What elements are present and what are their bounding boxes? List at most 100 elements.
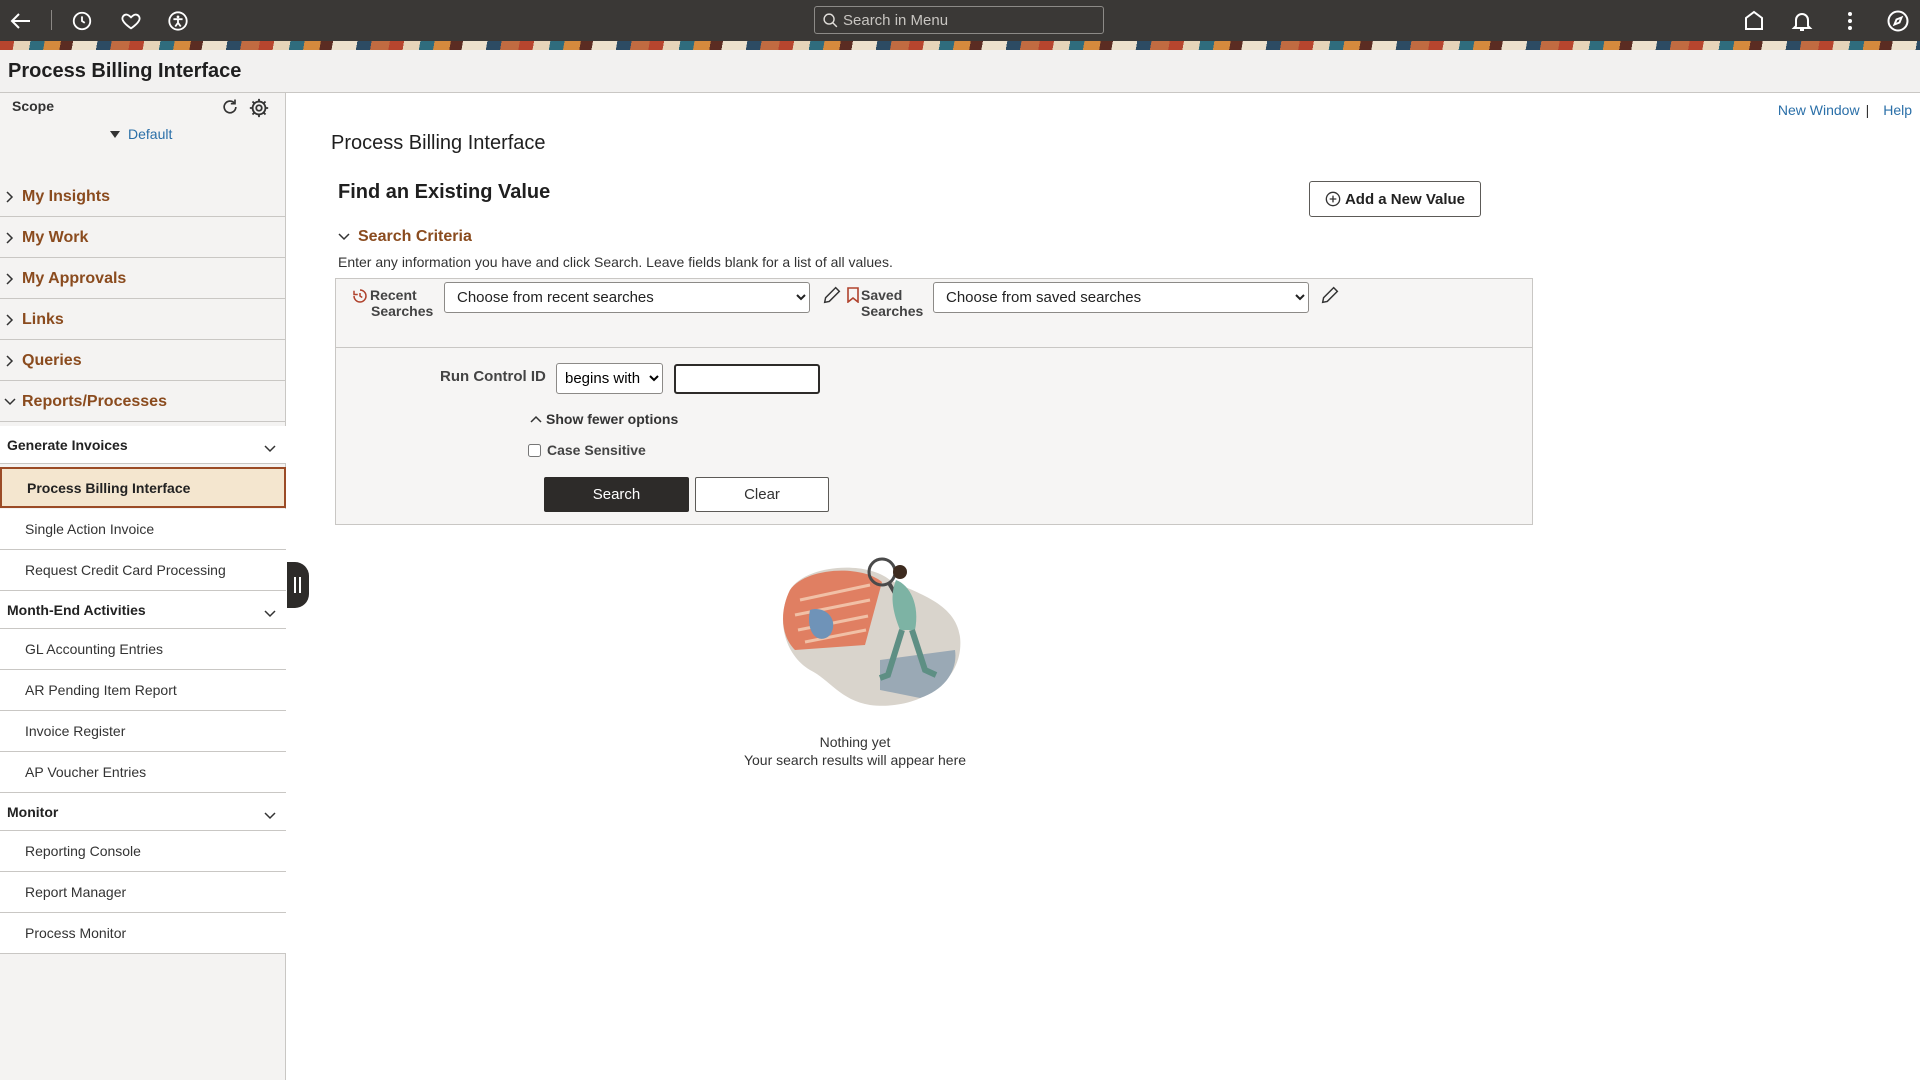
nav-section-label: My Approvals (22, 269, 127, 287)
nav-item-ar-pending-item-report[interactable]: AR Pending Item Report (0, 670, 286, 711)
recent-label-line1: Recent (370, 287, 417, 303)
edit-pencil-icon[interactable] (1319, 284, 1341, 311)
recent-label-line2: Searches (371, 303, 434, 319)
nav-item-label: Report Manager (25, 884, 127, 900)
show-fewer-options-label: Show fewer options (546, 411, 679, 427)
saved-searches-label: Saved Searches (861, 287, 923, 319)
clear-button[interactable]: Clear (695, 477, 829, 512)
chevron-down-icon (264, 807, 276, 823)
group-monitor[interactable]: Monitor (0, 793, 286, 831)
nav-item-label: Invoice Register (25, 723, 126, 739)
chevron-right-icon (4, 313, 16, 326)
nav-section-label: Reports/Processes (22, 392, 167, 410)
saved-searches-select[interactable]: Choose from saved searches (933, 282, 1309, 313)
nav-section-my-insights[interactable]: My Insights (0, 177, 286, 217)
search-criteria-toggle[interactable]: Search Criteria (338, 228, 472, 246)
home-icon[interactable] (1736, 0, 1772, 41)
run-control-id-label: Run Control ID (440, 368, 546, 385)
menu-search-input[interactable] (839, 11, 1093, 29)
navigation-sidebar: Scope Default My Insights My Work My App… (0, 93, 286, 1080)
bookmark-icon (846, 287, 860, 308)
chevron-down-icon (4, 397, 16, 406)
nav-item-process-billing-interface[interactable]: Process Billing Interface (0, 467, 286, 508)
link-separator: | (1865, 102, 1870, 118)
nav-section-queries[interactable]: Queries (0, 341, 286, 381)
nav-item-report-manager[interactable]: Report Manager (0, 872, 286, 913)
edit-pencil-icon[interactable] (821, 284, 843, 311)
recent-searches-select[interactable]: Choose from recent searches (444, 282, 810, 313)
group-generate-invoices[interactable]: Generate Invoices (0, 426, 286, 464)
accessibility-icon[interactable] (160, 0, 196, 41)
nav-item-reporting-console[interactable]: Reporting Console (0, 831, 286, 872)
pause-bars-icon (294, 577, 301, 593)
decorative-banner (0, 41, 1920, 50)
saved-label-line1: Saved (861, 287, 903, 303)
case-sensitive-checkbox[interactable] (528, 443, 541, 457)
nav-item-process-monitor[interactable]: Process Monitor (0, 913, 286, 954)
nav-section-reports-processes[interactable]: Reports/Processes (0, 382, 286, 422)
group-title: Monitor (7, 803, 59, 820)
menu-search-box[interactable] (814, 6, 1104, 34)
content-heading: Process Billing Interface (331, 132, 546, 154)
nav-section-label: Queries (22, 351, 82, 369)
nav-section-my-approvals[interactable]: My Approvals (0, 259, 286, 299)
history-icon[interactable] (64, 0, 100, 41)
nav-item-label: Reporting Console (25, 843, 141, 859)
back-arrow-icon[interactable] (3, 0, 39, 41)
heart-icon[interactable] (113, 0, 149, 41)
search-panel: Recent Searches Choose from recent searc… (335, 278, 1533, 525)
refresh-icon[interactable] (220, 97, 240, 124)
chevron-up-icon (530, 415, 542, 423)
search-button[interactable]: Search (544, 477, 689, 512)
group-title: Month-End Activities (7, 601, 146, 618)
show-fewer-options-link[interactable]: Show fewer options (530, 411, 678, 427)
nav-item-label: Process Billing Interface (27, 479, 191, 496)
empty-state-subtitle: Your search results will appear here (743, 752, 967, 768)
nav-item-invoice-register[interactable]: Invoice Register (0, 711, 286, 752)
nav-item-label: GL Accounting Entries (25, 641, 164, 657)
run-control-id-input[interactable] (674, 364, 820, 394)
scope-selector[interactable]: Default (110, 126, 172, 142)
chevron-right-icon (4, 231, 16, 244)
bell-icon[interactable] (1784, 0, 1820, 41)
kebab-menu-icon[interactable] (1832, 0, 1868, 41)
saved-label-line2: Searches (861, 303, 924, 319)
nav-item-ap-voucher-entries[interactable]: AP Voucher Entries (0, 752, 286, 793)
empty-state-illustration (770, 550, 970, 715)
nav-item-label: Single Action Invoice (25, 521, 155, 537)
toolbar-divider (51, 10, 52, 30)
group-month-end-activities[interactable]: Month-End Activities (0, 591, 286, 629)
chevron-down-icon (264, 440, 276, 456)
nav-item-label: AP Voucher Entries (25, 764, 147, 780)
nav-item-single-action-invoice[interactable]: Single Action Invoice (0, 509, 286, 550)
chevron-right-icon (4, 272, 16, 285)
caret-down-icon (110, 126, 120, 142)
page-title-bar: Process Billing Interface (0, 50, 1920, 93)
sidebar-collapse-handle[interactable] (287, 562, 309, 608)
search-instructions: Enter any information you have and click… (338, 254, 893, 270)
nav-item-gl-accounting-entries[interactable]: GL Accounting Entries (0, 629, 286, 670)
scope-label: Scope (12, 98, 55, 114)
recent-searches-label: Recent Searches (370, 287, 433, 319)
gear-icon[interactable] (248, 97, 270, 124)
nav-section-label: Links (22, 310, 64, 328)
chevron-down-icon (264, 605, 276, 621)
run-control-operator-select[interactable]: begins with (556, 363, 663, 394)
nav-section-label: My Work (22, 228, 89, 246)
nav-item-request-credit-card-processing[interactable]: Request Credit Card Processing (0, 550, 286, 591)
header-links: New Window | Help (1778, 102, 1912, 118)
new-window-link[interactable]: New Window (1778, 102, 1860, 118)
nav-item-label: Process Monitor (25, 925, 127, 941)
nav-item-label: AR Pending Item Report (25, 682, 177, 698)
compass-icon[interactable] (1880, 0, 1916, 41)
find-existing-value-heading: Find an Existing Value (338, 181, 551, 203)
nav-section-my-work[interactable]: My Work (0, 218, 286, 258)
search-criteria-title: Search Criteria (358, 228, 472, 245)
chevron-right-icon (4, 190, 16, 203)
nav-section-links[interactable]: Links (0, 300, 286, 340)
case-sensitive-option[interactable]: Case Sensitive (528, 442, 646, 458)
help-link[interactable]: Help (1883, 102, 1912, 118)
search-icon (822, 12, 839, 29)
scope-value: Default (128, 126, 173, 142)
add-new-value-button[interactable]: Add a New Value (1309, 181, 1481, 217)
